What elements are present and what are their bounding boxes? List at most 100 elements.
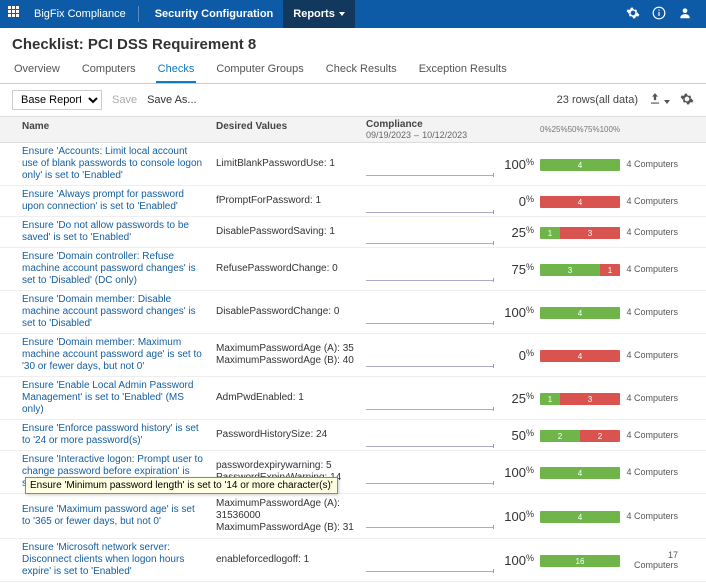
tooltip: Ensure 'Minimum password length' is set … [25, 477, 338, 494]
check-name-link[interactable]: Ensure 'Do not allow passwords to be sav… [0, 217, 210, 247]
desired-value: PasswordHistorySize: 24 [210, 425, 360, 445]
nav-reports-label: Reports [293, 8, 335, 20]
computer-count: 4 Computers [622, 260, 682, 278]
check-name-link[interactable]: Ensure 'Enforce password history' is set… [0, 420, 210, 450]
compliance-bar: 4 [536, 344, 622, 366]
compliance-percent: 25% [500, 221, 536, 244]
gear-icon[interactable] [620, 6, 646, 23]
compliance-bar: 4 [536, 190, 622, 212]
info-icon[interactable] [646, 6, 672, 23]
computer-count: 4 Computers [622, 303, 682, 321]
compliance-percent: 100% [500, 301, 536, 324]
desired-value: DisablePasswordChange: 0 [210, 302, 360, 322]
desired-value: fPromptForPassword: 1 [210, 191, 360, 211]
check-name-link[interactable]: Ensure 'Domain controller: Refuse machin… [0, 248, 210, 290]
compliance-bar: 4 [536, 153, 622, 175]
table-row: Ensure 'Domain controller: Refuse machin… [0, 248, 706, 291]
check-name-link[interactable]: Ensure 'Maximum password age' is set to … [0, 501, 210, 531]
computer-count: 4 Computers [622, 192, 682, 210]
table-row: Ensure 'Enforce password history' is set… [0, 420, 706, 451]
compliance-percent: 75% [500, 258, 536, 281]
table-header: Name Desired Values Compliance 09/19/202… [0, 117, 706, 143]
col-header-desired-values[interactable]: Desired Values [210, 117, 360, 142]
table-row: Ensure 'Domain member: Disable machine a… [0, 291, 706, 334]
compliance-bar: 13 [536, 387, 622, 409]
check-name-link[interactable]: Ensure 'Accounts: Limit local account us… [0, 143, 210, 185]
tab-overview[interactable]: Overview [12, 57, 62, 83]
computer-count: 17 Computers [622, 546, 682, 574]
computer-count: 4 Computers [622, 155, 682, 173]
computer-count: 4 Computers [622, 346, 682, 364]
checks-table: Name Desired Values Compliance 09/19/202… [0, 117, 706, 583]
compliance-sparkline [360, 154, 500, 174]
compliance-bar: 22 [536, 424, 622, 446]
desired-value: MaximumPasswordAge (A): 35MaximumPasswor… [210, 339, 360, 371]
app-header: BigFix Compliance Security Configuration… [0, 0, 706, 28]
table-row: Ensure 'Microsoft network server: Discon… [0, 539, 706, 582]
table-body[interactable]: Ensure 'Accounts: Limit local account us… [0, 143, 706, 583]
table-row: Ensure 'Accounts: Limit local account us… [0, 143, 706, 186]
export-button[interactable] [648, 92, 670, 109]
compliance-percent: 0% [500, 344, 536, 367]
compliance-bar: 4 [536, 301, 622, 323]
desired-value: MaximumPasswordAge (A): 31536000MaximumP… [210, 494, 360, 538]
compliance-bar: 16 [536, 549, 622, 571]
computer-count: 4 Computers [622, 389, 682, 407]
report-select[interactable]: Base Report [12, 90, 102, 110]
tab-computers[interactable]: Computers [80, 57, 138, 83]
compliance-bar: 4 [536, 461, 622, 483]
page-title: Checklist: PCI DSS Requirement 8 [0, 28, 706, 57]
compliance-percent: 50% [500, 424, 536, 447]
compliance-percent: 100% [500, 505, 536, 528]
compliance-bar: 13 [536, 221, 622, 243]
chevron-down-icon [664, 100, 670, 104]
toolbar: Base Report Save Save As... 23 rows(all … [0, 84, 706, 117]
check-name-link[interactable]: Ensure 'Domain member: Disable machine a… [0, 291, 210, 333]
check-name-link[interactable]: Ensure 'Always prompt for password upon … [0, 186, 210, 216]
chevron-down-icon [339, 12, 345, 16]
compliance-sparkline [360, 462, 500, 482]
compliance-bar: 4 [536, 505, 622, 527]
tab-checks[interactable]: Checks [156, 57, 197, 83]
table-row: Ensure 'Do not allow passwords to be sav… [0, 217, 706, 248]
compliance-percent: 100% [500, 549, 536, 572]
bar-axis: 0%25%50%75%100% [536, 117, 622, 142]
compliance-percent: 100% [500, 461, 536, 484]
compliance-sparkline [360, 388, 500, 408]
table-row: Ensure 'Always prompt for password upon … [0, 186, 706, 217]
table-row: Ensure 'Enable Local Admin Password Mana… [0, 377, 706, 420]
col-header-name[interactable]: Name [0, 117, 210, 142]
compliance-sparkline [360, 506, 500, 526]
tab-computer-groups[interactable]: Computer Groups [214, 57, 305, 83]
table-settings-icon[interactable] [680, 92, 694, 109]
save-as-button[interactable]: Save As... [147, 94, 197, 106]
compliance-sparkline [360, 345, 500, 365]
compliance-sparkline [360, 302, 500, 322]
computer-count: 4 Computers [622, 507, 682, 525]
compliance-sparkline [360, 425, 500, 445]
tabs: Overview Computers Checks Computer Group… [0, 57, 706, 84]
check-name-link[interactable]: Ensure 'Microsoft network server: Discon… [0, 539, 210, 581]
tab-exception-results[interactable]: Exception Results [417, 57, 509, 83]
compliance-percent: 100% [500, 153, 536, 176]
apps-grid-icon[interactable] [8, 6, 24, 22]
compliance-bar: 31 [536, 258, 622, 280]
table-row: Ensure 'Domain member: Maximum machine a… [0, 334, 706, 377]
table-row: Ensure 'Maximum password age' is set to … [0, 494, 706, 539]
user-icon[interactable] [672, 6, 698, 23]
nav-reports[interactable]: Reports [283, 0, 355, 28]
compliance-percent: 25% [500, 387, 536, 410]
desired-value: AdmPwdEnabled: 1 [210, 388, 360, 408]
compliance-sparkline [360, 222, 500, 242]
col-header-compliance[interactable]: Compliance 09/19/2023–10/12/2023 [360, 117, 500, 142]
computer-count: 4 Computers [622, 463, 682, 481]
check-name-link[interactable]: Ensure 'Domain member: Maximum machine a… [0, 334, 210, 376]
desired-value: LimitBlankPasswordUse: 1 [210, 154, 360, 174]
compliance-date-range: 09/19/2023–10/12/2023 [366, 130, 494, 140]
desired-value: DisablePasswordSaving: 1 [210, 222, 360, 242]
tab-check-results[interactable]: Check Results [324, 57, 399, 83]
row-count-label: 23 rows(all data) [557, 94, 638, 106]
desired-value: RefusePasswordChange: 0 [210, 259, 360, 279]
nav-security-configuration[interactable]: Security Configuration [145, 0, 284, 28]
check-name-link[interactable]: Ensure 'Enable Local Admin Password Mana… [0, 377, 210, 419]
